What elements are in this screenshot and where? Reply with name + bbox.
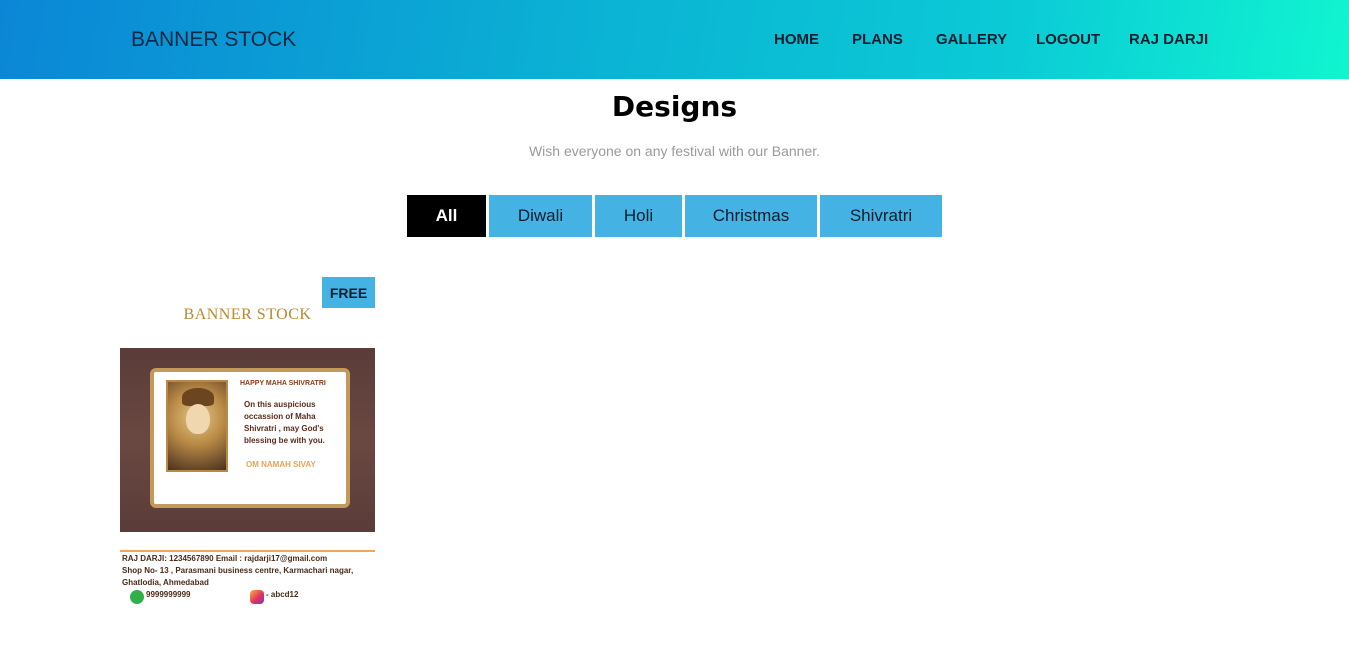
banner-brand-logo: BANNER STOCK <box>183 306 312 323</box>
banner-whatsapp-number: 9999999999 <box>146 590 191 599</box>
banner-frame: HAPPY MAHA SHIVRATRI On this auspicious … <box>150 368 350 508</box>
brand-logo[interactable]: BANNER STOCK <box>131 28 296 52</box>
banner-address-line: Ghatlodia, Ahmedabad <box>122 578 209 587</box>
filter-holi[interactable]: Holi <box>595 195 682 237</box>
filter-all[interactable]: All <box>407 195 486 237</box>
banner-message-line: Shivratri , may God's <box>244 424 324 433</box>
nav-gallery[interactable]: GALLERY <box>936 31 1007 48</box>
banner-message-line: On this auspicious <box>244 400 316 409</box>
filter-christmas[interactable]: Christmas <box>685 195 817 237</box>
idol-face <box>186 404 210 434</box>
nav-plans[interactable]: PLANS <box>852 31 903 48</box>
banner-mantra: OM NAMAH SIVAY <box>246 460 316 469</box>
whatsapp-icon <box>130 590 144 604</box>
banner-instagram-handle: - abcd12 <box>266 590 299 599</box>
banner-message-line: occassion of Maha <box>244 412 316 421</box>
banner-address-line: Shop No- 13 , Parasmani business centre,… <box>122 566 354 575</box>
shiva-image <box>166 380 228 472</box>
nav-home[interactable]: HOME <box>774 31 819 48</box>
nav-logout[interactable]: LOGOUT <box>1036 31 1100 48</box>
filter-shivratri[interactable]: Shivratri <box>820 195 942 237</box>
free-badge: FREE <box>322 277 375 308</box>
page-title: Designs <box>611 90 738 123</box>
instagram-icon <box>250 590 264 604</box>
banner-contact-line: RAJ DARJI: 1234567890 Email : rajdarji17… <box>122 554 328 563</box>
banner-image: HAPPY MAHA SHIVRATRI On this auspicious … <box>120 348 375 532</box>
nav-user-profile[interactable]: RAJ DARJI <box>1129 31 1208 48</box>
banner-divider <box>120 550 375 552</box>
banner-message-line: blessing be with you. <box>244 436 325 445</box>
design-card[interactable]: BANNER STOCK HAPPY MAHA SHIVRATRI On thi… <box>120 277 375 608</box>
top-navbar: BANNER STOCK HOME PLANS GALLERY LOGOUT R… <box>0 0 1349 79</box>
banner-greeting-title: HAPPY MAHA SHIVRATRI <box>240 380 326 387</box>
filter-diwali[interactable]: Diwali <box>489 195 592 237</box>
page-subtitle: Wish everyone on any festival with our B… <box>528 143 821 159</box>
